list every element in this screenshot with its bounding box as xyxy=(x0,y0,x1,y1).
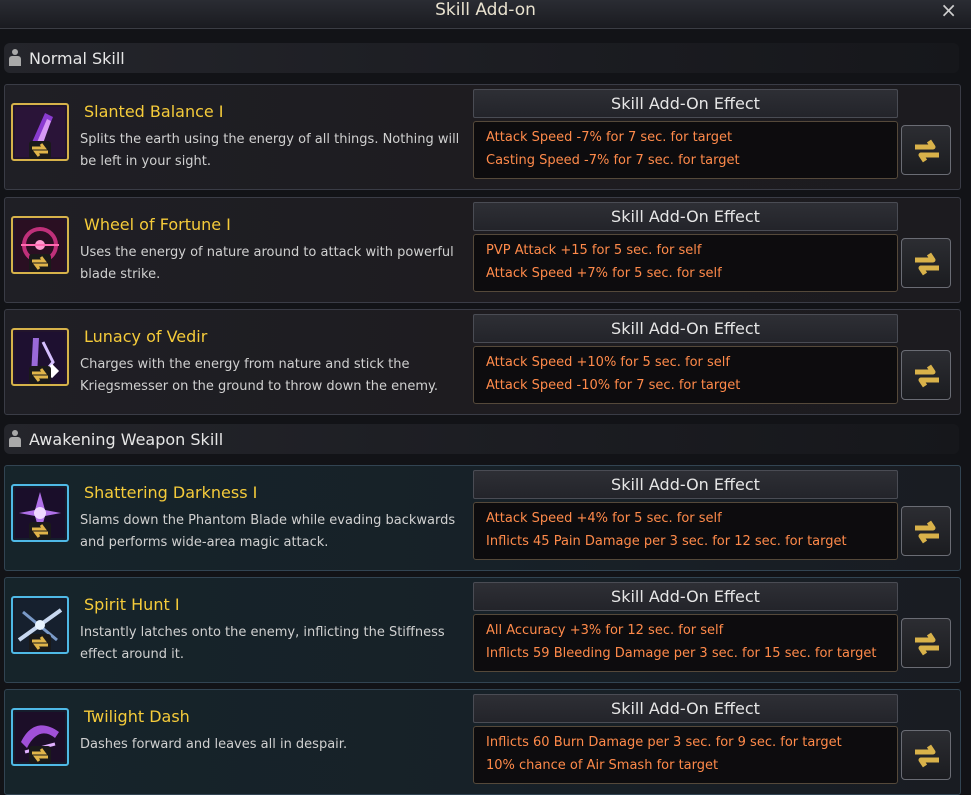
skill-name: Slanted Balance I xyxy=(84,102,224,121)
change-effect-button[interactable] xyxy=(901,730,951,780)
close-icon[interactable]: × xyxy=(940,0,957,22)
swap-icon xyxy=(915,364,939,388)
change-effect-button[interactable] xyxy=(901,350,951,400)
swap-icon xyxy=(915,632,939,656)
effect-header: Skill Add-On Effect xyxy=(473,470,898,499)
swap-badge-icon xyxy=(29,141,51,159)
effect-line: All Accuracy +3% for 12 sec. for self xyxy=(486,623,724,638)
effect-box: PVP Attack +15 for 5 sec. for self Attac… xyxy=(473,234,898,292)
skill-row: Lunacy of Vedir Charges with the energy … xyxy=(4,309,961,415)
window-title: Skill Add-on xyxy=(435,0,536,20)
skill-row: Twilight Dash Dashes forward and leaves … xyxy=(4,689,961,795)
section-header-awakening-weapon-skill: Awakening Weapon Skill xyxy=(4,424,959,454)
change-effect-button[interactable] xyxy=(901,125,951,175)
skill-row: Spirit Hunt I Instantly latches onto the… xyxy=(4,577,961,683)
skill-name: Shattering Darkness I xyxy=(84,483,258,502)
effect-line: Attack Speed -10% for 7 sec. for target xyxy=(486,378,741,393)
person-icon xyxy=(8,430,22,448)
swap-badge-icon xyxy=(29,254,51,272)
effect-box: Attack Speed -7% for 7 sec. for target C… xyxy=(473,121,898,179)
swap-icon xyxy=(915,520,939,544)
swap-icon xyxy=(915,139,939,163)
effect-line: PVP Attack +15 for 5 sec. for self xyxy=(486,243,702,258)
effect-line: Attack Speed +7% for 5 sec. for self xyxy=(486,266,722,281)
effect-box: Attack Speed +10% for 5 sec. for self At… xyxy=(473,346,898,404)
effect-box: Attack Speed +4% for 5 sec. for self Inf… xyxy=(473,502,898,560)
change-effect-button[interactable] xyxy=(901,506,951,556)
section-label: Awakening Weapon Skill xyxy=(29,429,224,449)
window-titlebar: Skill Add-on × xyxy=(0,0,971,29)
skill-row: Wheel of Fortune I Uses the energy of na… xyxy=(4,197,961,303)
effect-header: Skill Add-On Effect xyxy=(473,582,898,611)
skill-row: Shattering Darkness I Slams down the Pha… xyxy=(4,465,961,571)
skill-name: Twilight Dash xyxy=(84,707,190,726)
effect-line: Attack Speed -7% for 7 sec. for target xyxy=(486,130,733,145)
swap-icon xyxy=(915,252,939,276)
swap-badge-icon xyxy=(29,746,51,764)
skill-name: Lunacy of Vedir xyxy=(84,327,208,346)
skill-description: Slams down the Phantom Blade while evadi… xyxy=(80,513,456,550)
effect-box: All Accuracy +3% for 12 sec. for self In… xyxy=(473,614,898,672)
swap-badge-icon xyxy=(29,366,51,384)
effect-header: Skill Add-On Effect xyxy=(473,314,898,343)
section-label: Normal Skill xyxy=(29,48,125,68)
skill-name: Wheel of Fortune I xyxy=(84,215,231,234)
swap-icon xyxy=(915,744,939,768)
skill-row: Slanted Balance I Splits the earth using… xyxy=(4,84,961,190)
effect-box: Inflicts 60 Burn Damage per 3 sec. for 9… xyxy=(473,726,898,784)
effect-line: Casting Speed -7% for 7 sec. for target xyxy=(486,153,740,168)
effect-line: Attack Speed +4% for 5 sec. for self xyxy=(486,511,722,526)
effect-line: Inflicts 59 Bleeding Damage per 3 sec. f… xyxy=(486,646,877,661)
skill-description: Instantly latches onto the enemy, inflic… xyxy=(80,625,445,662)
skill-description: Splits the earth using the energy of all… xyxy=(80,132,460,169)
swap-badge-icon xyxy=(29,634,51,652)
skill-name: Spirit Hunt I xyxy=(84,595,180,614)
effect-header: Skill Add-On Effect xyxy=(473,202,898,231)
effect-line: Inflicts 45 Pain Damage per 3 sec. for 1… xyxy=(486,534,847,549)
effect-header: Skill Add-On Effect xyxy=(473,89,898,118)
change-effect-button[interactable] xyxy=(901,238,951,288)
person-icon xyxy=(8,49,22,67)
effect-header: Skill Add-On Effect xyxy=(473,694,898,723)
skill-description: Charges with the energy from nature and … xyxy=(80,357,438,394)
effect-line: 10% chance of Air Smash for target xyxy=(486,758,719,773)
section-header-normal-skill: Normal Skill xyxy=(4,43,959,73)
effect-line: Attack Speed +10% for 5 sec. for self xyxy=(486,355,730,370)
skill-description: Dashes forward and leaves all in despair… xyxy=(80,737,348,752)
swap-badge-icon xyxy=(29,522,51,540)
skill-description: Uses the energy of nature around to atta… xyxy=(80,245,454,282)
change-effect-button[interactable] xyxy=(901,618,951,668)
effect-line: Inflicts 60 Burn Damage per 3 sec. for 9… xyxy=(486,735,842,750)
